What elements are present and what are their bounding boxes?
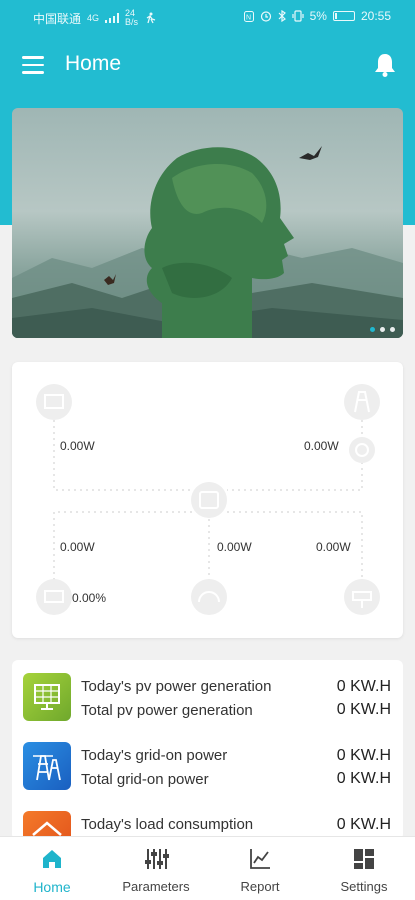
nav-settings[interactable]: Settings xyxy=(312,837,415,900)
bell-icon[interactable] xyxy=(373,52,397,78)
svg-text:N: N xyxy=(246,14,251,21)
battery-icon xyxy=(332,11,355,21)
nfc-icon: N xyxy=(243,10,254,22)
vibrate-icon xyxy=(292,10,304,22)
energy-flow-diagram xyxy=(36,384,380,615)
stat-row-grid[interactable]: Today's grid-on power Total grid-on powe… xyxy=(12,742,403,804)
nav-parameters[interactable]: Parameters xyxy=(104,837,208,900)
grid-power-label: 0.00W xyxy=(304,439,339,453)
running-icon xyxy=(146,12,156,24)
inverter-power-label: 0.00W xyxy=(217,540,252,554)
energy-stats-card: Today's pv power generation Total pv pow… xyxy=(12,660,403,840)
stat-value-total: 0 KW.H xyxy=(336,701,391,718)
stat-label-today: Today's load consumption xyxy=(81,816,254,833)
stat-row-pv[interactable]: Today's pv power generation Total pv pow… xyxy=(12,673,403,735)
nav-report[interactable]: Report xyxy=(208,837,312,900)
battery-percent: 5% xyxy=(309,9,327,23)
stat-label-today: Today's grid-on power xyxy=(81,747,228,764)
battery-power-label: 0.00W xyxy=(60,540,95,554)
bottom-navigation: Home Parameters Report Settings xyxy=(0,836,415,900)
grid-settings-icon xyxy=(354,849,374,869)
stat-value-today: 0 KW.H xyxy=(336,678,391,695)
grid-tower-icon xyxy=(344,384,380,420)
alarm-icon xyxy=(260,11,271,22)
banner-image xyxy=(12,146,403,338)
banner-carousel[interactable] xyxy=(12,108,403,338)
nav-home-label: Home xyxy=(33,879,71,895)
line-chart-icon xyxy=(250,849,270,869)
battery-soc-label: 0.00% xyxy=(72,591,107,605)
page-title: Home xyxy=(65,52,122,75)
stat-label-total: Total grid-on power xyxy=(81,771,209,788)
battery-icon xyxy=(36,579,72,615)
meter-icon xyxy=(349,437,375,463)
grid-tower-icon xyxy=(23,742,71,790)
stat-label-total: Total pv power generation xyxy=(81,702,253,719)
load-icon xyxy=(344,579,380,615)
stat-value-today: 0 KW.H xyxy=(336,816,391,833)
status-bar: 中国联通 4G 24 B/s N 5% 20:55 xyxy=(0,0,415,32)
load-power-label: 0.00W xyxy=(316,540,351,554)
stat-label-today: Today's pv power generation xyxy=(81,678,272,695)
nav-parameters-label: Parameters xyxy=(122,879,190,894)
network-type: 4G xyxy=(87,12,100,23)
net-speed: 24 B/s xyxy=(125,8,139,27)
nav-home[interactable]: Home xyxy=(0,837,104,900)
inverter-icon xyxy=(191,482,227,518)
pv-power-label: 0.00W xyxy=(60,439,95,453)
stat-value-today: 0 KW.H xyxy=(336,747,391,764)
gauge-icon xyxy=(191,579,227,615)
menu-icon[interactable] xyxy=(22,56,44,74)
app-bar: Home xyxy=(0,40,415,90)
energy-flow-card: 0.00W 0.00W 0.00W 0.00W 0.00W 0.00% xyxy=(12,362,403,638)
carousel-dots xyxy=(370,327,395,332)
nav-report-label: Report xyxy=(240,879,280,894)
carousel-dot[interactable] xyxy=(390,327,395,332)
signal-icon xyxy=(105,13,120,23)
solar-panel-icon xyxy=(23,673,71,721)
stat-value-total: 0 KW.H xyxy=(336,770,391,787)
nav-settings-label: Settings xyxy=(340,879,388,894)
carousel-dot[interactable] xyxy=(370,327,375,332)
bluetooth-icon xyxy=(278,10,286,22)
clock-time: 20:55 xyxy=(360,9,391,23)
carrier-name: 中国联通 xyxy=(33,11,82,26)
pv-panel-icon xyxy=(36,384,72,420)
carousel-dot[interactable] xyxy=(380,327,385,332)
home-icon xyxy=(43,850,61,868)
sliders-icon xyxy=(145,849,169,869)
